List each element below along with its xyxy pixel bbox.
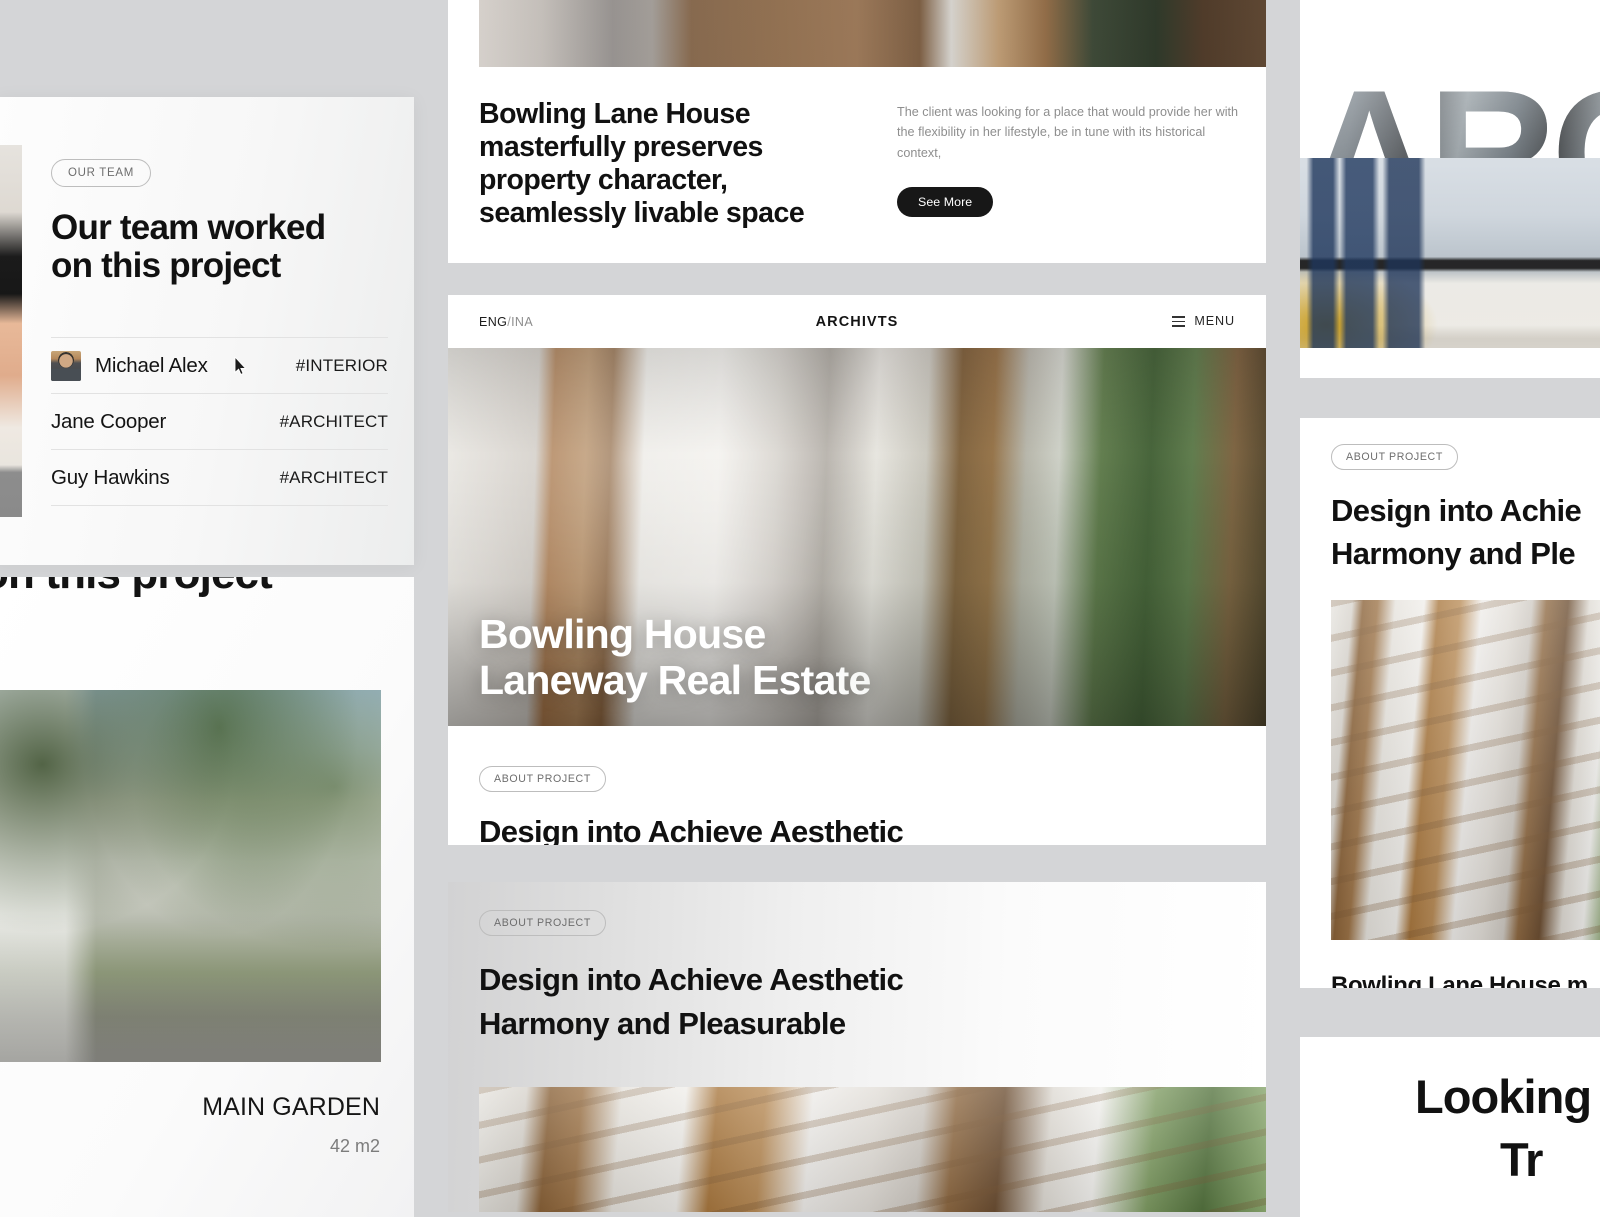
about-card-heading-line1: Design into Achieve Aesthetic (479, 962, 904, 997)
table-row[interactable]: Jane Cooper #ARCHITECT (51, 394, 388, 449)
about-card: ABOUT PROJECT Design into Achieve Aesthe… (448, 882, 1266, 1212)
team-photo-strip (0, 145, 22, 517)
member-tag: #INTERIOR (295, 355, 388, 375)
garden-area: 42 m2 (329, 1136, 380, 1156)
intro-heading: Bowling Lane House masterfully preserves… (479, 98, 805, 230)
table-row[interactable]: Guy Hawkins #ARCHITECT (51, 450, 388, 505)
team-card-content: OUR TEAM Our team worked on this project… (51, 159, 388, 507)
lang-ina[interactable]: INA (511, 315, 533, 329)
garden-meta: MAIN GARDEN 42 m2 (202, 1093, 380, 1157)
member-tag: #ARCHITECT (279, 467, 388, 487)
menu-label: MENU (1194, 314, 1235, 329)
right-stairs-photo (1331, 600, 1600, 940)
lang-eng[interactable]: ENG (479, 315, 507, 329)
main-about-section: ABOUT PROJECT Design into Achieve Aesthe… (479, 766, 1246, 845)
member-name: Michael Alex (95, 353, 208, 377)
interior-table-photo (479, 0, 1266, 67)
hamburger-icon (1172, 313, 1186, 329)
right-about-heading: Design into Achie Harmony and Ple (1331, 490, 1582, 576)
about-card-content: ABOUT PROJECT Design into Achieve Aesthe… (479, 910, 1256, 1046)
brand-card: © 2024 Archivts. All rights reserved HOM… (1300, 0, 1600, 378)
canvas: OUR TEAM Our team worked on this project… (0, 0, 1600, 1217)
right-about-caption: Bowling Lane House m (1331, 972, 1588, 988)
intro-paragraph: The client was looking for a place that … (897, 105, 1239, 160)
about-project-badge: ABOUT PROJECT (1331, 444, 1458, 470)
about-project-badge: ABOUT PROJECT (479, 910, 606, 936)
member-name: Guy Hawkins (51, 465, 170, 489)
mouse-cursor-icon (234, 355, 247, 375)
team-heading-line1: Our team worked (51, 208, 326, 247)
right-about-heading-line2: Harmony and Ple (1331, 535, 1576, 571)
about-card-heading: Design into Achieve Aesthetic Harmony an… (479, 958, 1256, 1046)
hero-title: Bowling House Laneway Real Estate (479, 611, 871, 704)
main-card: ENG/INA ARCHIVTS MENU Bowling House Lane… (448, 295, 1266, 845)
hero-title-line2: Laneway Real Estate (479, 657, 871, 704)
intro-side: The client was looking for a place that … (897, 98, 1249, 230)
our-team-badge: OUR TEAM (51, 159, 152, 187)
stairs-photo (479, 1087, 1266, 1212)
hero-photo: Bowling House Laneway Real Estate (448, 348, 1266, 726)
navbar: ENG/INA ARCHIVTS MENU (448, 295, 1266, 348)
divider (51, 505, 388, 507)
about-card-heading-line2: Harmony and Pleasurable (479, 1006, 846, 1042)
team-heading-line2: on this project (51, 246, 281, 286)
right-about-content: ABOUT PROJECT Design into Achie Harmony … (1331, 444, 1582, 576)
right-about-card: ABOUT PROJECT Design into Achie Harmony … (1300, 418, 1600, 988)
looking-line1: Looking (1415, 1070, 1592, 1123)
team-card: OUR TEAM Our team worked on this project… (0, 97, 414, 565)
intro-card: Bowling Lane House masterfully preserves… (448, 0, 1266, 263)
intro-body: Bowling Lane House masterfully preserves… (479, 98, 1256, 230)
looking-line2: Tr (1500, 1133, 1543, 1186)
avatar (51, 350, 81, 381)
team-member-list: Michael Alex #INTERIOR Jane Cooper #ARCH… (51, 337, 388, 507)
about-project-badge: ABOUT PROJECT (479, 766, 606, 792)
garden-photo (0, 690, 381, 1062)
member-name: Jane Cooper (51, 409, 167, 433)
member-tag: #ARCHITECT (279, 411, 388, 431)
garden-card: on this project MAIN GARDEN 42 m2 (0, 577, 414, 1217)
hero-title-line1: Bowling House (479, 610, 766, 657)
language-switcher[interactable]: ENG/INA (479, 315, 533, 329)
about-heading: Design into Achieve Aesthetic (479, 814, 904, 845)
table-row[interactable]: Michael Alex #INTERIOR (51, 338, 388, 393)
brand-logo: ARCHIVTS (815, 313, 899, 330)
right-about-heading-line1: Design into Achie (1331, 493, 1582, 528)
menu-button[interactable]: MENU (1172, 313, 1235, 329)
team-heading: Our team worked on this project (51, 208, 388, 286)
see-more-button[interactable]: See More (897, 187, 994, 218)
clipped-heading: on this project (0, 577, 273, 599)
garden-label: MAIN GARDEN (202, 1093, 380, 1121)
office-photo (1300, 158, 1600, 348)
right-looking-card: Looking Tr (1300, 1037, 1600, 1217)
